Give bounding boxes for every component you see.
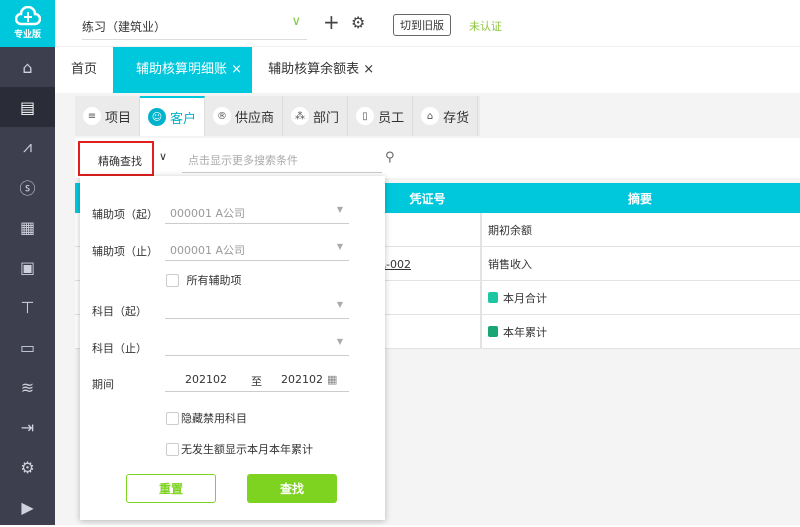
aux-start-select[interactable]: 000001 A公司 ▼ (165, 200, 349, 224)
period-from[interactable]: 202102 (185, 373, 227, 386)
aux-type-tabs: ≡ 项目 ☺ 客户 ® 供应商 ⁂ 部门 ▯ 员工 ⌂ 存货 (75, 96, 480, 136)
tab-label: 首页 (71, 62, 98, 77)
caret-down-icon: ▼ (336, 300, 343, 309)
tab-home[interactable]: 首页 (55, 47, 113, 93)
summary-cell: 销售收入 (480, 247, 800, 280)
cloud-icon (14, 6, 41, 26)
badge-icon: ▯ (356, 107, 375, 125)
aux-end-label: 辅助项（止） (92, 245, 158, 258)
switch-old-version-button[interactable]: 切到旧版 (393, 14, 451, 36)
caret-down-icon: ▼ (336, 337, 343, 346)
header: 练习（建筑业） ∨ + ⚙ 切到旧版 未认证 (55, 0, 800, 47)
search-input[interactable]: 点击显示更多搜索条件 (182, 146, 382, 173)
nav-voucher-icon[interactable]: ▤ (0, 87, 55, 127)
warehouse-icon: ⌂ (421, 107, 440, 125)
nav-settings-icon[interactable]: ⚙ (0, 447, 55, 487)
subtab-employee[interactable]: ▯ 员工 (348, 96, 414, 136)
subtab-label: 供应商 (235, 110, 275, 126)
subtab-label: 客户 (170, 111, 197, 127)
plus-icon[interactable]: + (323, 10, 340, 34)
close-icon[interactable]: × (231, 62, 242, 77)
list-icon: ≡ (83, 107, 101, 125)
nav-printer-icon[interactable]: ⊤ (0, 287, 55, 327)
chevron-down-icon[interactable]: ∨ (159, 150, 167, 163)
reset-button[interactable]: 重置 (126, 474, 216, 503)
supplier-icon: ® (213, 107, 232, 125)
checkbox-label: 无发生额显示本月本年累计 (181, 443, 313, 456)
chevron-down-icon: ∨ (291, 14, 301, 29)
subtab-label: 项目 (105, 110, 132, 126)
subtab-inventory[interactable]: ⌂ 存货 (413, 96, 479, 136)
account-name: 练习（建筑业） (82, 20, 167, 34)
subtab-project[interactable]: ≡ 项目 (75, 96, 141, 136)
aux-end-value: 000001 A公司 (170, 244, 246, 257)
user-icon: ☺ (148, 108, 167, 126)
cert-status[interactable]: 未认证 (469, 18, 502, 34)
subject-start-label: 科目（起） (92, 305, 147, 318)
subtab-customer[interactable]: ☺ 客户 (140, 96, 206, 136)
tab-label: 辅助核算明细账 (136, 62, 228, 77)
nav-dashboard-icon[interactable]: ▭ (0, 327, 55, 367)
period-to-word: 至 (251, 375, 262, 388)
aux-start-value: 000001 A公司 (170, 207, 246, 220)
org-icon: ⁂ (291, 107, 310, 125)
tab-aux-balance[interactable]: 辅助核算余额表 × (252, 47, 390, 93)
checkbox-box[interactable] (166, 442, 179, 456)
caret-down-icon: ▼ (336, 205, 343, 214)
show-no-amount-checkbox[interactable]: 无发生额显示本月本年累计 (166, 441, 313, 457)
close-icon[interactable]: × (363, 62, 374, 77)
hide-disabled-checkbox[interactable]: 隐藏禁用科目 (166, 410, 247, 426)
nav-report-icon[interactable]: ▣ (0, 247, 55, 287)
subject-start-select[interactable]: ▼ (165, 295, 349, 319)
logo-text: 专业版 (13, 30, 41, 40)
period-range[interactable]: 202102 至 202102 ▦ (165, 368, 349, 392)
search-conditions-panel: 辅助项（起） 000001 A公司 ▼ 辅助项（止） 000001 A公司 ▼ 所有… (80, 176, 385, 520)
year-total-icon (488, 326, 498, 337)
nav-money-bag-icon[interactable]: ⓢ (0, 167, 55, 207)
sidebar: 专业版 ⌂ ▤ ⩘ ⓢ ▦ ▣ ⊤ ▭ ≋ ⇥ ⚙ ▶ (0, 0, 55, 525)
tab-label: 辅助核算余额表 (268, 62, 360, 77)
subtab-label: 存货 (443, 110, 470, 126)
nav-export-icon[interactable]: ⇥ (0, 407, 55, 447)
checkbox-box[interactable] (166, 273, 179, 287)
checkbox-label: 所有辅助项 (186, 274, 242, 287)
checkbox-label: 隐藏禁用科目 (181, 412, 247, 425)
search-mode-select[interactable]: 精确查找 (78, 141, 154, 176)
nav-video-icon[interactable]: ▶ (0, 487, 55, 527)
checkbox-box[interactable] (166, 411, 179, 425)
nav-building-icon[interactable]: ▦ (0, 207, 55, 247)
gear-icon[interactable]: ⚙ (351, 13, 365, 32)
col-summary: 摘要 (627, 191, 652, 206)
month-total-icon (488, 292, 498, 303)
nav-chart-icon[interactable]: ⩘ (0, 127, 55, 167)
nav-home-icon[interactable]: ⌂ (0, 47, 55, 87)
aux-end-select[interactable]: 000001 A公司 ▼ (165, 237, 349, 261)
summary-cell: 本月合计 (503, 291, 547, 305)
tab-aux-detail[interactable]: 辅助核算明细账 × (113, 47, 253, 93)
calendar-icon[interactable]: ▦ (327, 373, 337, 386)
caret-down-icon: ▼ (336, 242, 343, 251)
subject-end-label: 科目（止） (92, 342, 147, 355)
subtab-label: 员工 (378, 110, 405, 126)
nav-coins-icon[interactable]: ≋ (0, 367, 55, 407)
subtab-department[interactable]: ⁂ 部门 (283, 96, 349, 136)
summary-cell: 本年累计 (503, 325, 547, 339)
search-bar: 精确查找 ∨ 点击显示更多搜索条件 ⚲ (75, 138, 800, 178)
aux-start-label: 辅助项（起） (92, 208, 158, 221)
subject-end-select[interactable]: ▼ (165, 332, 349, 356)
page-tabs: 首页 辅助核算明细账 × 辅助核算余额表 × (55, 47, 800, 93)
subtab-supplier[interactable]: ® 供应商 (205, 96, 284, 136)
period-to[interactable]: 202102 (281, 373, 323, 386)
search-icon[interactable]: ⚲ (385, 150, 395, 165)
all-aux-checkbox[interactable]: 所有辅助项 (166, 272, 242, 288)
summary-cell: 期初余额 (480, 213, 800, 246)
account-select[interactable]: 练习（建筑业） ∨ (82, 12, 307, 40)
logo: 专业版 (0, 0, 55, 47)
period-label: 期间 (92, 378, 114, 391)
find-button[interactable]: 查找 (247, 474, 337, 503)
subtab-label: 部门 (313, 110, 340, 126)
